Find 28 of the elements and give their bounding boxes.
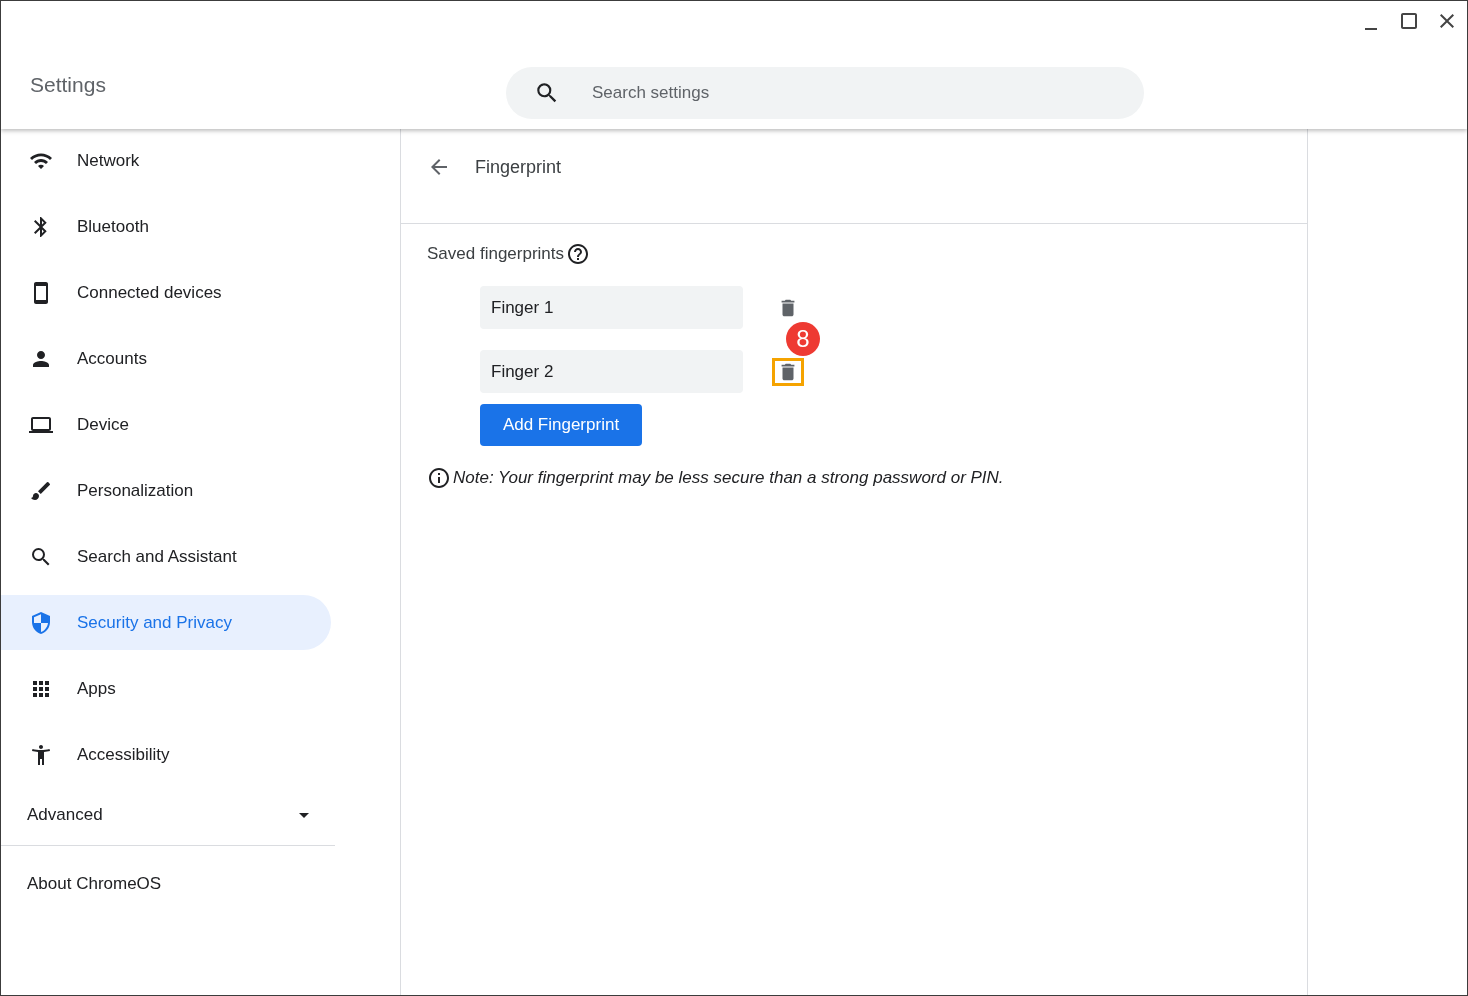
sidebar-item[interactable]: Connected devices	[1, 265, 331, 320]
delete-button[interactable]	[772, 357, 804, 386]
sidebar-item[interactable]: Personalization	[1, 463, 331, 518]
sidebar-item[interactable]: Security and Privacy	[1, 595, 331, 650]
note-text: Note: Your fingerprint may be less secure than a strong password or PIN.	[453, 468, 1004, 488]
search-field[interactable]: Search settings	[590, 82, 1094, 104]
callout-badge: 8	[786, 322, 820, 356]
shield-icon	[29, 610, 53, 635]
page-title: Fingerprint	[475, 156, 562, 178]
fingerprint-name-field[interactable]: Finger 2	[480, 350, 743, 393]
add-fingerprint-button[interactable]: Add Fingerprint	[480, 404, 642, 446]
sidebar-item[interactable]: Search and Assistant	[1, 529, 331, 584]
sidebar-item[interactable]: Device	[1, 397, 331, 452]
sidebar-item[interactable]: Apps	[1, 661, 331, 716]
sidebar-item[interactable]: Network	[1, 133, 331, 188]
caret-icon	[299, 812, 309, 818]
info-icon	[427, 466, 451, 490]
window-title: Settings	[29, 73, 107, 97]
sidebar-item[interactable]: Accessibility	[1, 727, 331, 782]
advanced-toggle[interactable]: Advanced	[1, 793, 331, 837]
help-icon[interactable]	[566, 242, 591, 266]
sidebar-item[interactable]: Bluetooth	[1, 199, 331, 254]
about-link[interactable]: About ChromeOS	[1, 864, 400, 904]
fingerprint-name-field[interactable]: Finger 1	[480, 286, 743, 329]
section-label: Saved fingerprints	[427, 244, 565, 264]
sidebar-item[interactable]: Accounts	[1, 331, 331, 386]
search-bar[interactable]: Search settings	[506, 67, 1144, 119]
accessibility-icon	[29, 742, 53, 767]
